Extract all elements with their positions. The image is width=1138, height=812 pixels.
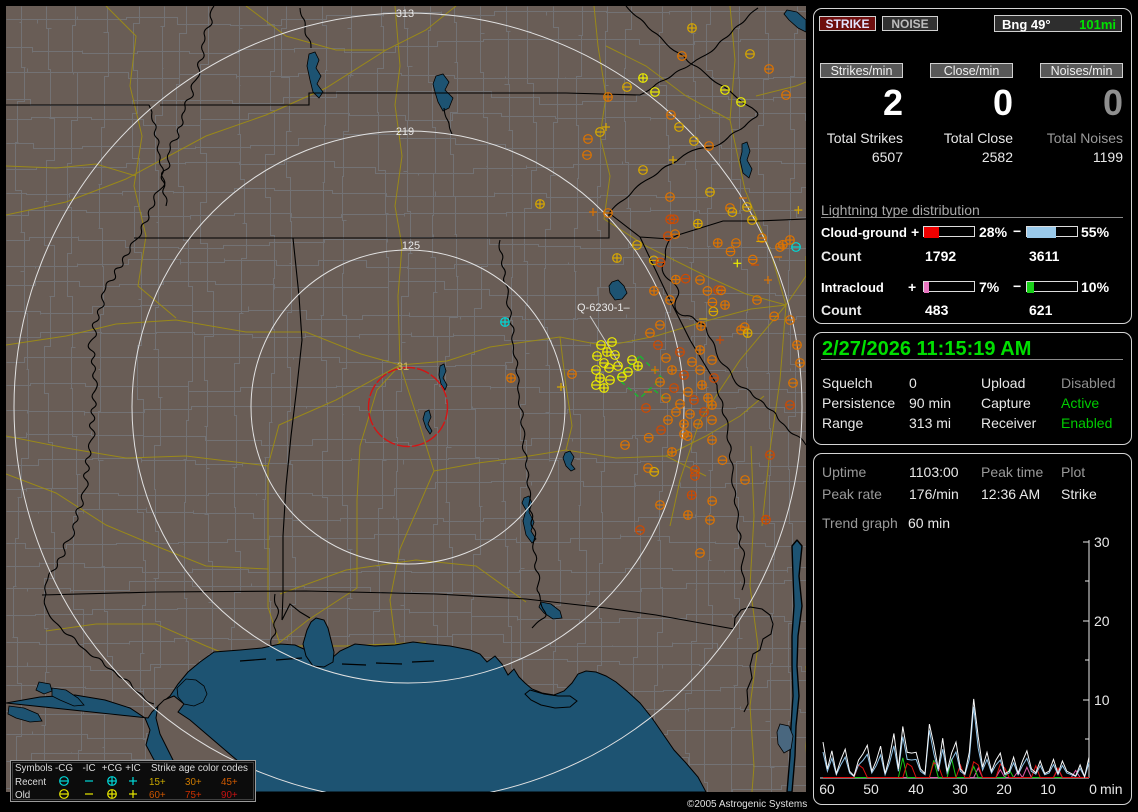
svg-text:Recent: Recent [15,777,46,788]
svg-text:75+: 75+ [185,790,202,801]
svg-text:Old: Old [15,790,30,801]
svg-text:60+: 60+ [149,790,166,801]
svg-text:0: 0 [1089,781,1097,797]
svg-text:50: 50 [863,781,879,797]
svg-text:-CG: -CG [55,763,73,774]
svg-text:45+: 45+ [221,777,238,788]
svg-text:+IC: +IC [125,763,141,774]
svg-text:30: 30 [952,781,968,797]
svg-text:40: 40 [908,781,924,797]
svg-text:-IC: -IC [82,763,95,774]
svg-text:Symbols: Symbols [15,763,53,774]
svg-text:10: 10 [1040,781,1056,797]
svg-text:90+: 90+ [221,790,238,801]
svg-text:30: 30 [1094,534,1110,550]
svg-text:min: min [1100,781,1123,797]
svg-text:20: 20 [1094,613,1110,629]
svg-text:Strike age color codes: Strike age color codes [151,763,248,774]
svg-text:60: 60 [819,781,835,797]
svg-text:+CG: +CG [102,763,122,774]
svg-text:20: 20 [996,781,1012,797]
svg-text:10: 10 [1094,692,1110,708]
svg-text:15+: 15+ [149,777,166,788]
svg-text:30+: 30+ [185,777,202,788]
